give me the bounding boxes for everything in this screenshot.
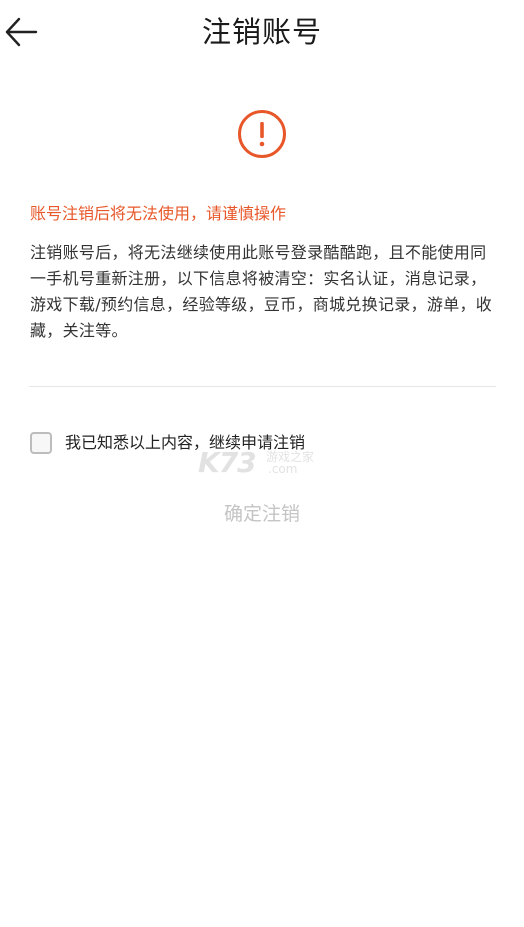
divider — [29, 386, 496, 387]
watermark-main-text: K73 — [198, 446, 257, 479]
k73-watermark-logo: K73 游戏之家 .com — [198, 446, 328, 480]
page-title: 注销账号 — [201, 15, 322, 49]
watermark-line2: .com — [268, 462, 298, 476]
agree-checkbox[interactable] — [30, 432, 52, 454]
account-deletion-page: 注销账号 账号注销后将无法使用，请谨慎操作 注销账号后，将无法继续使用此账号登录… — [0, 0, 524, 927]
header-bar: 注销账号 — [0, 0, 524, 66]
exclamation-circle-icon — [238, 110, 286, 158]
deletion-description: 注销账号后，将无法继续使用此账号登录酷酷跑，且不能使用同一手机号重新注册，以下信… — [30, 243, 493, 340]
confirm-deletion-button[interactable]: 确定注销 — [0, 500, 524, 528]
warning-message: 账号注销后将无法使用，请谨慎操作 — [30, 204, 287, 223]
